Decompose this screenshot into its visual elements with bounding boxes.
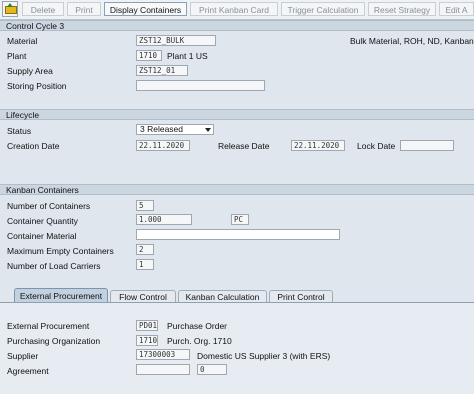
external-procurement-panel [0, 303, 474, 394]
agreement-item-field[interactable]: 0 [197, 364, 227, 375]
status-dropdown[interactable]: 3 Released [136, 124, 214, 135]
delete-button[interactable]: Delete [22, 2, 64, 16]
print-kanban-card-button[interactable]: Print Kanban Card [190, 2, 278, 16]
print-button[interactable]: Print [67, 2, 101, 16]
supplier-label: Supplier [7, 351, 39, 361]
material-description: Bulk Material, ROH, ND, Kanban [350, 36, 474, 46]
material-field[interactable]: ZST12_BULK [136, 35, 216, 46]
container-quantity-field[interactable]: 1.000 [136, 214, 192, 225]
storing-position-field[interactable] [136, 80, 265, 91]
change-display-icon[interactable] [2, 1, 18, 17]
supplier-description: Domestic US Supplier 3 (with ERS) [197, 351, 331, 361]
container-quantity-label: Container Quantity [7, 216, 78, 226]
load-carriers-label: Number of Load Carriers [7, 261, 101, 271]
container-quantity-unit[interactable]: PC [231, 214, 249, 225]
container-material-field[interactable] [136, 229, 340, 240]
tab-external-procurement[interactable]: External Procurement [14, 288, 108, 302]
release-date-field[interactable]: 22.11.2020 [291, 140, 345, 151]
chevron-down-icon [205, 128, 211, 132]
plant-label: Plant [7, 51, 27, 61]
control-cycle-header: Control Cycle 3 [0, 20, 474, 31]
number-of-containers-field[interactable]: 5 [136, 200, 154, 211]
external-procurement-description: Purchase Order [167, 321, 227, 331]
supplier-field[interactable]: 17300003 [136, 349, 190, 360]
status-value: 3 Released [140, 124, 184, 134]
lock-date-label: Lock Date [357, 141, 396, 151]
reset-strategy-button[interactable]: Reset Strategy [368, 2, 436, 16]
lifecycle-header: Lifecycle [0, 109, 474, 120]
external-procurement-field[interactable]: PD01 [136, 320, 158, 331]
creation-date-label: Creation Date [7, 141, 60, 151]
trigger-calculation-button[interactable]: Trigger Calculation [281, 2, 365, 16]
max-empty-containers-field[interactable]: 2 [136, 244, 154, 255]
plant-description: Plant 1 US [167, 51, 208, 61]
creation-date-field[interactable]: 22.11.2020 [136, 140, 190, 151]
status-label: Status [7, 126, 32, 136]
tab-kanban-calculation[interactable]: Kanban Calculation [178, 290, 267, 302]
max-empty-containers-label: Maximum Empty Containers [7, 246, 114, 256]
purchasing-organization-label: Purchasing Organization [7, 336, 101, 346]
load-carriers-field[interactable]: 1 [136, 259, 154, 270]
lock-date-field[interactable] [400, 140, 454, 151]
container-material-label: Container Material [7, 231, 77, 241]
purchasing-organization-description: Purch. Org. 1710 [167, 336, 232, 346]
agreement-field[interactable] [136, 364, 190, 375]
material-label: Material [7, 36, 38, 46]
application-toolbar: Delete Print Display Containers Print Ka… [0, 0, 474, 20]
procurement-tabstrip: External Procurement Flow Control Kanban… [0, 287, 474, 302]
kanban-containers-header: Kanban Containers [0, 184, 474, 195]
supply-area-label: Supply Area [7, 66, 53, 76]
storing-position-label: Storing Position [7, 81, 67, 91]
agreement-label: Agreement [7, 366, 49, 376]
external-procurement-label: External Procurement [7, 321, 90, 331]
tab-print-control[interactable]: Print Control [269, 290, 333, 302]
release-date-label: Release Date [218, 141, 270, 151]
number-of-containers-label: Number of Containers [7, 201, 91, 211]
supply-area-field[interactable]: ZST12_01 [136, 65, 188, 76]
plant-field[interactable]: 1710 [136, 50, 162, 61]
tab-flow-control[interactable]: Flow Control [110, 290, 176, 302]
display-containers-button[interactable]: Display Containers [104, 2, 187, 16]
purchasing-organization-field[interactable]: 1710 [136, 335, 158, 346]
edit-button[interactable]: Edit A [439, 2, 474, 16]
